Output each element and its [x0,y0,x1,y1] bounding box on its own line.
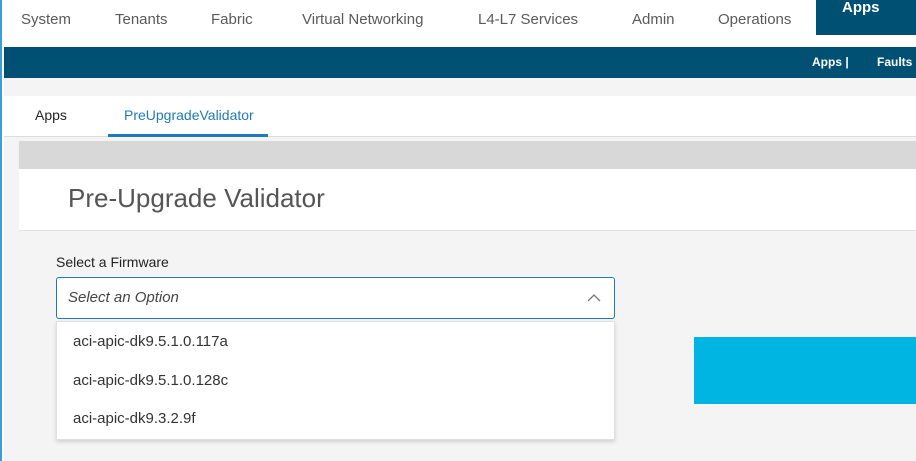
tab-preupgradevalidator[interactable]: PreUpgradeValidator [108,96,268,137]
firmware-select-placeholder: Select an Option [68,289,179,306]
app-frame: System Tenants Fabric Virtual Networking… [0,0,916,461]
firmware-option[interactable]: aci-apic-dk9.3.2.9f [73,410,196,427]
nav-item-admin[interactable]: Admin [632,0,675,35]
nav-item-system[interactable]: System [21,0,71,35]
page-title: Pre-Upgrade Validator [68,183,325,213]
top-navigation: System Tenants Fabric Virtual Networking… [4,11,916,47]
nav-item-fabric[interactable]: Fabric [211,0,253,35]
panel-toolbar-strip [19,141,916,169]
firmware-select-label: Select a Firmware [56,254,169,270]
panel-header: Pre-Upgrade Validator [19,169,916,231]
tab-apps[interactable]: Apps [35,96,67,137]
firmware-option[interactable]: aci-apic-dk9.5.1.0.128c [73,372,228,389]
firmware-dropdown-list: aci-apic-dk9.5.1.0.117a aci-apic-dk9.5.1… [56,321,615,440]
chevron-up-icon [587,294,601,302]
subnav-faults-link[interactable]: Faults [877,47,912,78]
nav-item-virtual-networking[interactable]: Virtual Networking [302,0,423,35]
nav-item-tenants[interactable]: Tenants [115,0,168,35]
action-button[interactable] [694,337,916,404]
subnav-apps-link[interactable]: Apps | [812,47,849,78]
nav-item-l4-l7-services[interactable]: L4-L7 Services [478,0,578,35]
sub-navigation: Apps | Faults [4,47,916,78]
tab-bar: Apps PreUpgradeValidator [4,96,916,137]
nav-item-apps[interactable]: Apps [816,0,916,35]
nav-item-operations[interactable]: Operations [718,0,791,35]
firmware-option[interactable]: aci-apic-dk9.5.1.0.117a [73,333,228,350]
nav-spacer [4,78,916,96]
firmware-select[interactable]: Select an Option [56,277,615,319]
